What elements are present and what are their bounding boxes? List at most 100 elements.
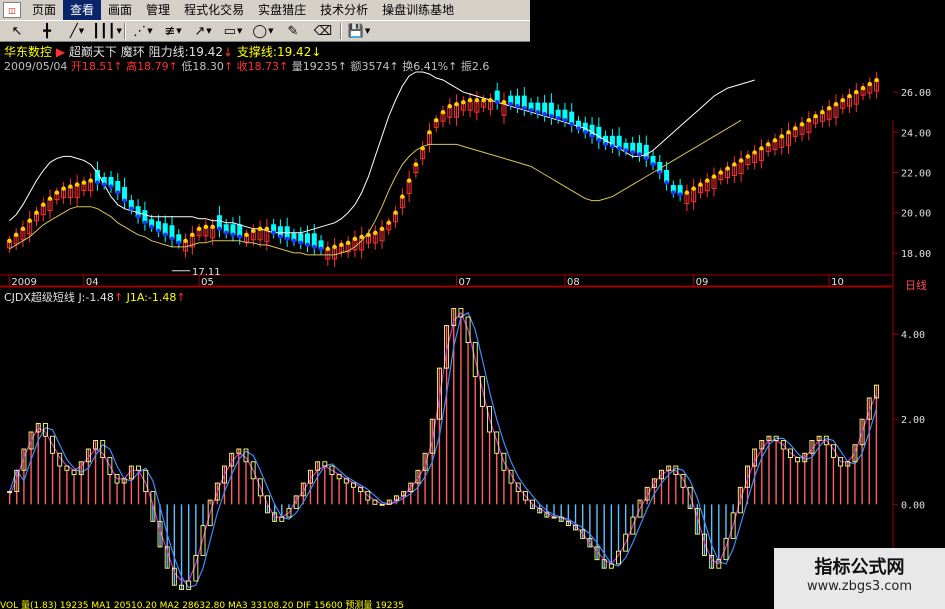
ma-dot (305, 242, 310, 248)
ma-dot (68, 184, 73, 189)
ma-dot (549, 114, 554, 119)
ma-dot (102, 182, 107, 187)
ma-dot (616, 146, 622, 151)
ma-dot (176, 240, 181, 246)
ma-dot (528, 107, 534, 113)
j1-value: -1.48 (147, 291, 177, 304)
ma-dot (684, 190, 690, 195)
ma-dot (156, 228, 161, 233)
ma-dot (488, 97, 493, 103)
indicator-header: CJDX超级短线 J:-1.48↑ J1A:-1.48↑ (4, 289, 186, 305)
ma-dot (291, 238, 297, 244)
ma-dot (752, 150, 757, 155)
ma-dot (149, 224, 154, 229)
ma-dot (95, 180, 100, 185)
ma-dot (406, 178, 412, 183)
ma-dot (278, 234, 283, 240)
ma-dot (400, 194, 405, 199)
ma-dot (163, 232, 168, 238)
ma-dot (671, 190, 676, 195)
ma-dot (860, 85, 866, 91)
price-tick-label: 20.00 (901, 209, 931, 220)
ma-dot (20, 226, 26, 231)
ma-dot (217, 226, 222, 231)
ma-dot (122, 198, 127, 203)
ma-dot (27, 218, 32, 223)
ma-dot (555, 116, 561, 121)
ma-dot (474, 97, 480, 103)
ma-dot (447, 103, 452, 109)
ma-dot (345, 240, 351, 246)
ma-dot (223, 230, 229, 235)
ma-dot (799, 122, 805, 127)
ma-dot (779, 134, 784, 139)
j1-label: J1A: (126, 291, 148, 304)
ma-dot (440, 110, 446, 115)
ma-dot (142, 220, 148, 225)
j-value: -1.48 (85, 291, 114, 304)
j1a-line (9, 311, 877, 582)
ma-dot (840, 97, 845, 103)
ma-dot (420, 146, 425, 151)
ma-dot (183, 238, 188, 244)
volume-info-strip: VOL 量(1.83) 19235 MA1 20510.20 MA2 28632… (0, 601, 404, 609)
ma-dot (108, 184, 114, 189)
ma-dot (786, 130, 791, 135)
upper-band-line (9, 71, 755, 234)
ma-dot (732, 162, 737, 167)
ma-dot (427, 130, 432, 135)
ma-dot (745, 154, 751, 159)
period-label[interactable]: 日线 (905, 277, 927, 293)
j-arrow: ↑ (113, 291, 124, 304)
ma-dot (74, 182, 80, 187)
ma-dot (298, 240, 303, 246)
ma-dot (434, 118, 439, 123)
ma-dot (562, 118, 568, 123)
ma-dot (454, 101, 459, 107)
ma-dot (413, 162, 419, 167)
price-tick-label: 26.00 (901, 88, 931, 99)
ma-dot (542, 112, 547, 117)
ma-dot (535, 110, 541, 115)
ma-dot (359, 234, 364, 240)
ma-dot (847, 93, 852, 99)
ma-dot (41, 202, 46, 207)
ma-dot (589, 134, 595, 139)
date-tick-label: 09 (696, 277, 709, 288)
ma-dot (759, 146, 764, 151)
ma-dot (271, 230, 276, 235)
ma-dot (793, 126, 798, 131)
ma-dot (623, 148, 629, 153)
ma-dot (630, 150, 635, 155)
watermark-url: www.zbgs3.com (806, 579, 913, 594)
ma-dot (210, 224, 215, 229)
date-tick-label: 04 (86, 277, 99, 288)
ma-dot (867, 81, 873, 87)
ma-dot (806, 118, 812, 123)
j-step-box (795, 457, 801, 463)
indicator-name[interactable]: CJDX超级短线 (4, 291, 75, 304)
ma-dot (644, 156, 649, 161)
ma-dot (366, 232, 371, 238)
ma-dot (508, 101, 513, 107)
ma-dot (115, 190, 120, 195)
ma-dot (854, 89, 859, 95)
ma-dot (603, 142, 608, 147)
ma-dot (196, 226, 202, 231)
ma-dot (135, 214, 141, 219)
ma-dot (481, 97, 486, 103)
ma-dot (34, 210, 39, 215)
ma-dot (54, 190, 60, 195)
ma-dot (393, 210, 398, 215)
ma-dot (711, 174, 717, 179)
ma-dot (237, 234, 242, 240)
ma-dot (312, 244, 317, 250)
ma-dot (257, 226, 263, 231)
ma-dot (738, 158, 744, 163)
watermark-title: 指标公式网 (814, 557, 905, 578)
ma-dot (13, 232, 19, 238)
ma-dot (386, 220, 391, 225)
j1-arrow: ↑ (176, 291, 186, 304)
ma-dot (190, 232, 195, 238)
ma-dot (203, 224, 209, 229)
